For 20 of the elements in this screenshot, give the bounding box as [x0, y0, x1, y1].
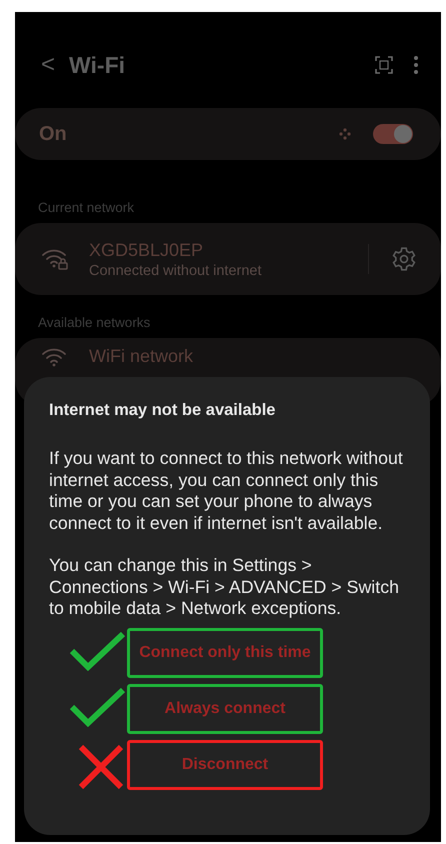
qr-scan-icon[interactable]	[375, 56, 393, 74]
wifi-switch[interactable]	[373, 124, 413, 144]
dialog-option-button[interactable]: Connect only this time	[127, 628, 323, 678]
dialog-message: You can change this in Settings > Connections > Wi-Fi > ADVANCED > Switch to mobile data > Network exceptions.	[49, 555, 400, 620]
toggle-label: On	[39, 122, 68, 146]
sparkle-icon	[339, 128, 351, 140]
section-heading: Current network	[38, 200, 136, 215]
current-network-card[interactable]: XGD5BLJ0EP Connected without internet	[15, 223, 441, 295]
more-options-icon[interactable]	[413, 55, 419, 75]
locked-wifi-icon	[41, 247, 69, 271]
dialog-message: If you want to connect to this network without internet access, you can connect only this time or you can set your phone to always connect to it even if internet isn't available.	[49, 448, 404, 534]
network-status: Connected without internet	[89, 262, 262, 278]
dialog-option-button[interactable]: Disconnect	[127, 740, 323, 790]
screen-title: Wi-Fi	[69, 52, 126, 78]
back-button[interactable]: <	[41, 51, 56, 79]
network-name: WiFi network	[89, 346, 194, 367]
section-heading: Available networks	[38, 315, 152, 330]
dialog-option-button[interactable]: Always connect	[127, 684, 323, 734]
settings-icon[interactable]	[391, 246, 417, 272]
network-name: XGD5BLJ0EP	[89, 240, 204, 260]
